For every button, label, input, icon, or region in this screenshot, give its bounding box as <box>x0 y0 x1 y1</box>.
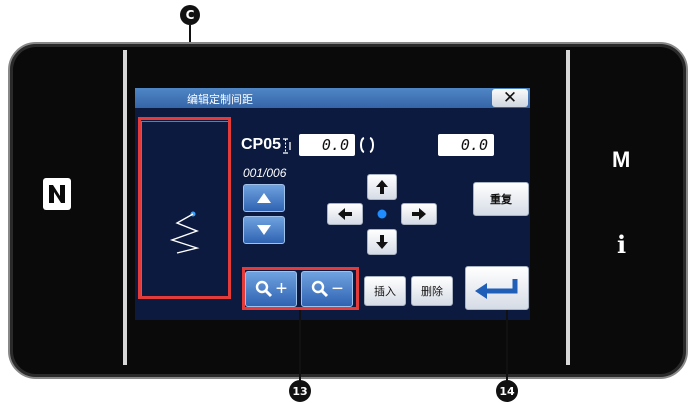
center-point-icon <box>376 207 388 219</box>
callout-14: 14 <box>496 380 518 402</box>
repeat-button[interactable]: 重复 <box>473 182 529 216</box>
dialog-title: 编辑定制间距 <box>187 94 253 106</box>
callout-13-leader <box>299 310 301 384</box>
close-button[interactable]: ✕ <box>492 88 528 107</box>
arrow-right-icon <box>412 208 426 220</box>
enter-button[interactable] <box>465 266 529 310</box>
info-button[interactable]: i <box>617 230 626 259</box>
stitch-counter: 001/006 <box>243 166 287 180</box>
callout-c: C <box>180 5 200 25</box>
preview-highlight-frame <box>138 117 231 299</box>
triangle-up-icon <box>257 193 271 203</box>
right-divider <box>566 50 570 365</box>
pattern-name: CP05 <box>241 136 282 153</box>
move-up-button[interactable] <box>367 174 397 200</box>
callout-13: 13 <box>289 380 311 402</box>
pitch-icon <box>281 137 293 155</box>
arrow-left-icon <box>338 208 352 220</box>
mode-button[interactable]: M <box>612 147 630 173</box>
angle-value[interactable]: 0.0 <box>438 134 494 156</box>
dialog-titlebar: 编辑定制间距 ✕ <box>135 88 530 108</box>
previous-stitch-button[interactable] <box>243 184 285 212</box>
delete-button[interactable]: 删除 <box>411 276 453 306</box>
close-icon: ✕ <box>502 88 518 107</box>
zoom-highlight-frame <box>242 267 359 310</box>
insert-button[interactable]: 插入 <box>364 276 406 306</box>
move-left-button[interactable] <box>327 203 363 225</box>
next-stitch-button[interactable] <box>243 216 285 244</box>
left-divider <box>123 50 127 365</box>
triangle-down-icon <box>257 225 271 235</box>
loop-icon <box>358 135 376 155</box>
arrow-down-icon <box>376 235 388 249</box>
nfc-icon <box>42 177 72 211</box>
arrow-up-icon <box>376 180 388 194</box>
enter-icon <box>475 279 518 299</box>
pitch-value[interactable]: 0.0 <box>299 134 355 156</box>
move-down-button[interactable] <box>367 229 397 255</box>
callout-14-leader <box>506 310 508 384</box>
move-right-button[interactable] <box>401 203 437 225</box>
